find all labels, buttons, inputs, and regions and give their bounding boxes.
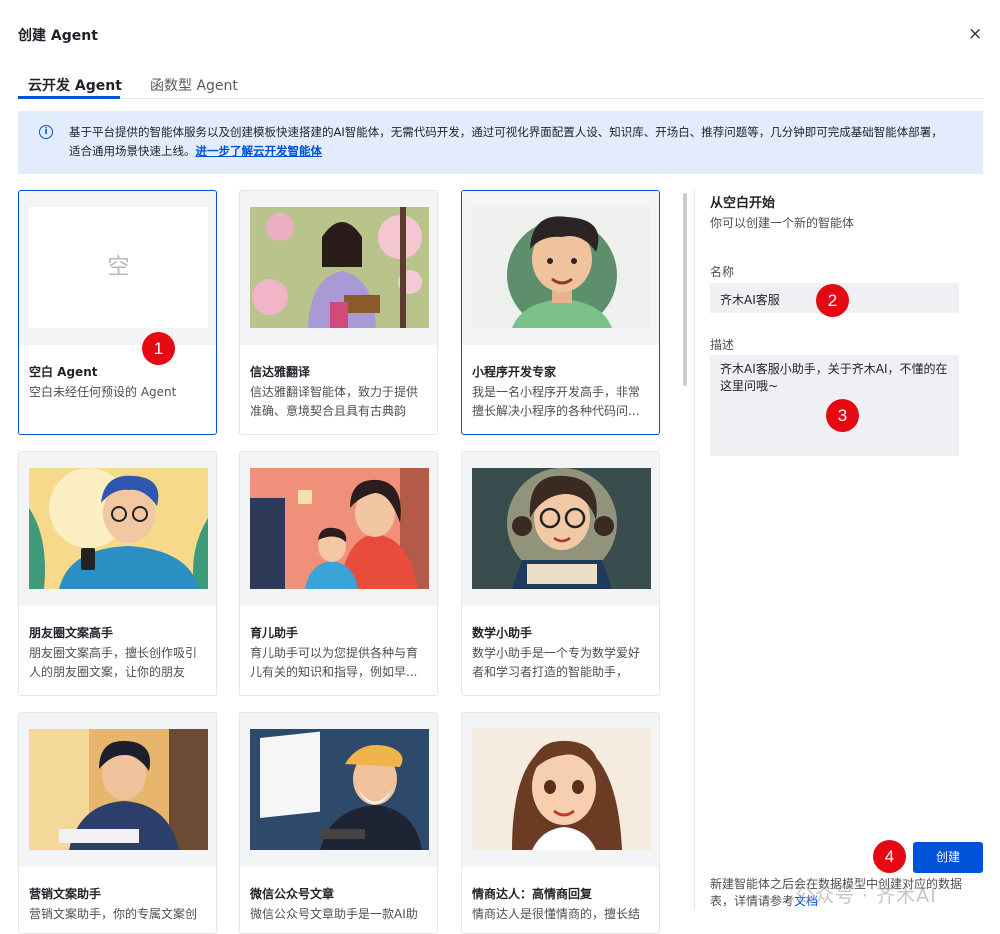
learn-more-link[interactable]: 进一步了解云开发智能体 — [196, 144, 323, 158]
developer-avatar-image — [472, 207, 651, 328]
template-card-math[interactable]: 数学小助手 数学小助手是一个专为数学爱好者和学习者打造的智能助手，无... — [461, 451, 660, 696]
step-badge-2: 2 — [816, 284, 849, 317]
card-title: 育儿助手 — [250, 626, 299, 640]
close-icon[interactable]: × — [968, 24, 982, 44]
panel-divider — [694, 190, 695, 910]
template-card-wechat-article[interactable]: 微信公众号文章 微信公众号文章助手是一款AI助 — [239, 712, 438, 934]
list-scrollbar[interactable] — [683, 193, 687, 386]
panel-title: 从空白开始 — [710, 196, 776, 211]
card-description: 空白未经任何预设的 Agent — [29, 385, 177, 399]
step-badge-1: 1 — [142, 332, 175, 365]
watermark: 公众号 · 齐木AI — [795, 885, 937, 907]
template-card-blank[interactable]: 空 空白 Agent 空白未经任何预设的 Agent — [18, 190, 217, 435]
dialog-title: 创建 Agent — [18, 28, 98, 44]
tab-cloud-agent[interactable]: 云开发 Agent — [28, 75, 122, 95]
eq-avatar-image — [472, 729, 651, 850]
card-description: 我是一名小程序开发高手，非常擅长解决小程序的各种代码问... — [472, 385, 641, 418]
description-label: 描述 — [710, 338, 735, 352]
card-title: 微信公众号文章 — [250, 887, 335, 901]
marketing-avatar-image — [29, 729, 208, 850]
name-label: 名称 — [710, 265, 735, 279]
info-banner: i 基于平台提供的智能体服务以及创建模板快速搭建的AI智能体，无需代码开发，通过… — [18, 111, 983, 174]
card-description: 情商达人是很懂情商的，擅长结 — [472, 907, 641, 921]
moments-avatar-image — [29, 468, 208, 589]
card-description: 育儿助手可以为您提供各种与育儿有关的知识和指导，例如早... — [250, 646, 419, 679]
card-title: 小程序开发专家 — [472, 365, 557, 379]
info-icon: i — [39, 125, 53, 139]
card-description: 营销文案助手，你的专属文案创 — [29, 907, 198, 921]
wechat-avatar-image — [250, 729, 429, 850]
card-description: 朋友圈文案高手，擅长创作吸引人的朋友圈文案，让你的朋友圈... — [29, 646, 198, 679]
template-card-marketing[interactable]: 营销文案助手 营销文案助手，你的专属文案创 — [18, 712, 217, 934]
template-card-moments-copy[interactable]: 朋友圈文案高手 朋友圈文案高手，擅长创作吸引人的朋友圈文案，让你的朋友圈... — [18, 451, 217, 696]
card-description: 信达雅翻译智能体，致力于提供准确、意境契合且具有古典韵味... — [250, 385, 419, 418]
card-title: 情商达人：高情商回复 — [472, 887, 593, 901]
info-text: 基于平台提供的智能体服务以及创建模板快速搭建的AI智能体，无需代码开发，通过可视… — [69, 123, 949, 161]
template-card-eq-reply[interactable]: 情商达人：高情商回复 情商达人是很懂情商的，擅长结 — [461, 712, 660, 934]
card-title: 营销文案助手 — [29, 887, 102, 901]
step-badge-3: 3 — [826, 399, 859, 432]
math-avatar-image — [472, 468, 651, 589]
card-description: 微信公众号文章助手是一款AI助 — [250, 907, 418, 921]
card-description: 数学小助手是一个专为数学爱好者和学习者打造的智能助手，无... — [472, 646, 641, 679]
card-title: 空白 Agent — [29, 365, 98, 379]
translator-avatar-image — [250, 207, 429, 328]
blank-placeholder-image: 空 — [29, 207, 208, 328]
panel-subtitle: 你可以创建一个新的智能体 — [710, 216, 855, 230]
create-button[interactable]: 创建 — [913, 842, 983, 873]
active-tab-indicator — [18, 96, 120, 99]
parenting-avatar-image — [250, 468, 429, 589]
card-title: 数学小助手 — [472, 626, 533, 640]
template-card-parenting[interactable]: 育儿助手 育儿助手可以为您提供各种与育儿有关的知识和指导，例如早... — [239, 451, 438, 696]
card-title: 信达雅翻译 — [250, 365, 311, 379]
step-badge-4: 4 — [873, 840, 906, 873]
tab-bar: 云开发 Agent 函数型 Agent — [18, 68, 983, 99]
template-card-miniprogram[interactable]: 小程序开发专家 我是一名小程序开发高手，非常擅长解决小程序的各种代码问... — [461, 190, 660, 435]
tab-function-agent[interactable]: 函数型 Agent — [150, 75, 238, 95]
template-card-translator[interactable]: 信达雅翻译 信达雅翻译智能体，致力于提供准确、意境契合且具有古典韵味... — [239, 190, 438, 435]
card-title: 朋友圈文案高手 — [29, 626, 114, 640]
